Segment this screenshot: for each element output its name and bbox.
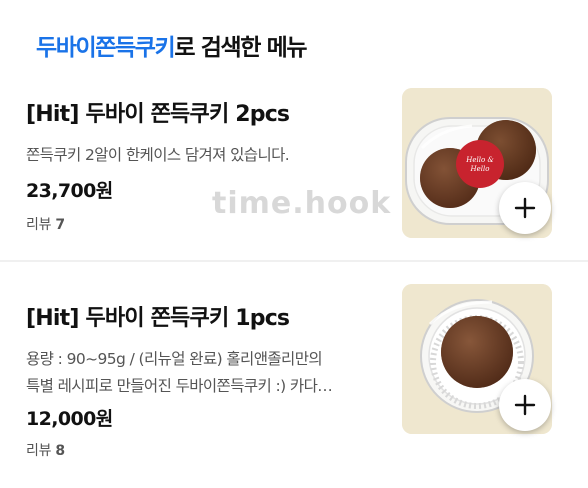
add-to-cart-button[interactable]: [499, 182, 551, 234]
search-header-suffix: 로 검색한 메뉴: [174, 35, 307, 61]
sticker-text: Hello &: [465, 156, 493, 164]
menu-item-2pcs[interactable]: [Hit] 두바이 쫀득쿠키 2pcs 쫀득쿠키 2알이 한케이스 담겨져 있습…: [0, 80, 588, 260]
item-description-line: 쫀득쿠키 2알이 한케이스 담겨져 있습니다.: [26, 146, 290, 164]
plus-icon: [514, 394, 536, 416]
item-description: 쫀득쿠키 2알이 한케이스 담겨져 있습니다.: [26, 142, 376, 169]
add-to-cart-button[interactable]: [499, 379, 551, 431]
item-name: [Hit] 두바이 쫀득쿠키 2pcs: [26, 102, 290, 127]
item-description-line: 용량 : 90~95g / (리뉴얼 완료) 홀리앤졸리만의: [26, 350, 323, 368]
svg-text:Hello: Hello: [470, 165, 490, 173]
watermark: time.hook: [212, 186, 392, 221]
item-review: 리뷰 8: [26, 440, 65, 460]
review-label: 리뷰: [26, 217, 52, 233]
item-description-line: 특별 레시피로 만들어진 두바이쫀득쿠키 :) 카다…: [26, 377, 333, 395]
search-results-page: 두바이쫀득쿠키로 검색한 메뉴 [Hit] 두바이 쫀득쿠키 2pcs 쫀득쿠키…: [0, 0, 588, 488]
item-name: [Hit] 두바이 쫀득쿠키 1pcs: [26, 306, 290, 331]
search-results-header: 두바이쫀득쿠키로 검색한 메뉴: [36, 28, 308, 62]
menu-item-1pcs[interactable]: [Hit] 두바이 쫀득쿠키 1pcs 용량 : 90~95g / (리뉴얼 완…: [0, 284, 588, 474]
item-price: 12,000원: [26, 408, 113, 430]
item-review: 리뷰 7: [26, 214, 65, 234]
item-price: 23,700원: [26, 180, 113, 202]
review-count: 8: [55, 443, 65, 459]
review-count: 7: [55, 217, 65, 233]
review-label: 리뷰: [26, 443, 52, 459]
item-divider: [0, 260, 588, 262]
search-keyword: 두바이쫀득쿠키: [36, 35, 176, 61]
item-description: 용량 : 90~95g / (리뉴얼 완료) 홀리앤졸리만의 특별 레시피로 만…: [26, 346, 376, 400]
plus-icon: [514, 197, 536, 219]
